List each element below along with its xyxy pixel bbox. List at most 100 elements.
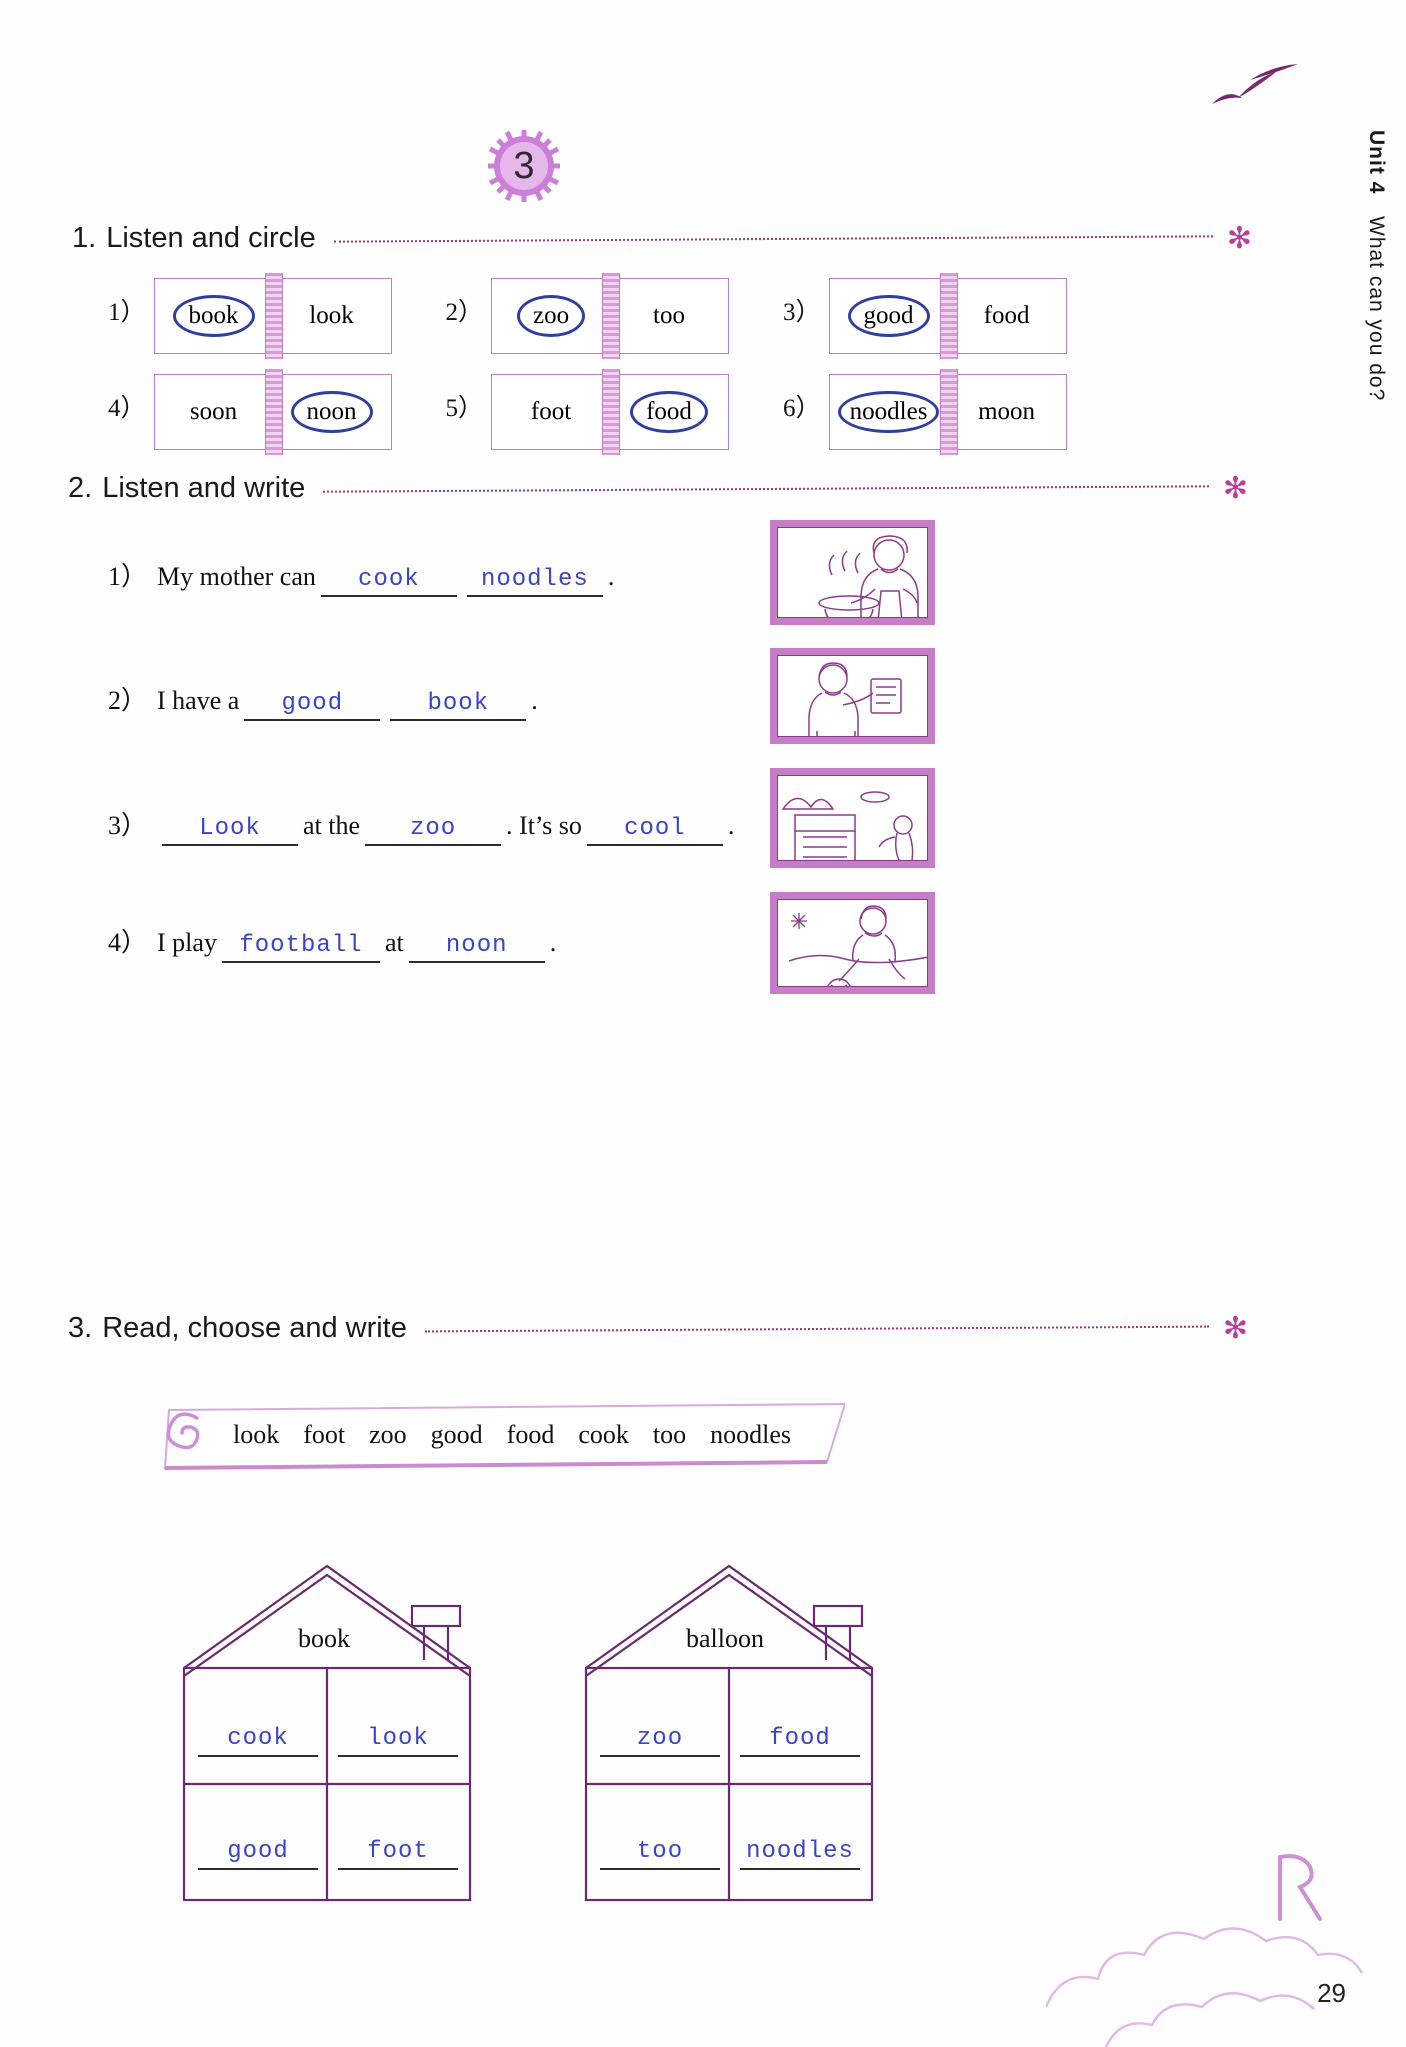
exercise3-title: Read, choose and write [102,1312,407,1344]
stamp-inner-border [777,899,928,987]
house-cell-2[interactable]: food [740,1725,860,1757]
exercise3-number: 3. [68,1312,93,1344]
notebook-item-1[interactable]: 1） book look [108,273,392,359]
notebook-item-6[interactable]: 6） noodles moon [783,369,1067,455]
house-cell-3[interactable]: good [198,1838,318,1870]
notebook-right-word[interactable]: too [610,302,728,330]
notebook-right-word[interactable]: noon [273,390,391,434]
word-bank-item[interactable]: too [653,1420,686,1450]
header-rule [333,234,1213,243]
circled-word[interactable]: good [847,294,930,338]
notebook-left-word[interactable]: foot [492,398,610,426]
answer-blank-2[interactable]: zoo [365,815,502,846]
notebook-left-word[interactable]: zoo [492,294,610,338]
stamp-inner-border [777,775,928,861]
word-bank: look foot zoo good food cook too noodles [155,1398,845,1472]
item-index: 2） [108,686,148,715]
picture-mother-cooking-noodles [770,520,935,625]
exercise3-header: 3. Read, choose and write ✻ [68,1312,1248,1345]
flower-icon: ✻ [1226,221,1252,255]
word-bank-item[interactable]: cook [578,1420,629,1450]
house-book: book cook look good foot [176,1548,476,1903]
item-index: 1） [108,299,146,326]
notebook-item-5[interactable]: 5） foot food [445,369,730,455]
spiral-binding-icon [939,369,958,455]
answer-blank-1[interactable]: Look [162,815,299,846]
sentence-text: at the [303,811,361,840]
house-roof-label: book [298,1624,350,1653]
house-cell-2[interactable]: look [338,1725,458,1757]
notebook-shape[interactable]: soon noon [153,369,392,455]
answer-blank-1[interactable]: cook [320,566,457,597]
item-index: 1） [108,562,148,591]
circled-word[interactable]: noodles [837,390,940,434]
sentence-period: . [549,928,557,957]
notebook-shape[interactable]: book look [153,273,392,359]
house-cell-4[interactable]: foot [338,1838,458,1870]
notebook-left-word[interactable]: book [155,294,273,338]
notebook-left-word[interactable]: good [830,294,948,338]
word-bank-item[interactable]: look [233,1420,279,1450]
house-cell-4[interactable]: noodles [740,1838,860,1870]
spiral-binding-icon [264,273,283,359]
house-cell-3[interactable]: too [600,1838,720,1870]
notebook-left-word[interactable]: soon [155,398,273,426]
item-index: 4） [108,928,148,957]
flower-icon: ✻ [1222,1311,1248,1345]
notebook-right-word[interactable]: moon [948,398,1066,426]
notebook-right-word[interactable]: food [610,390,728,434]
answer-blank-1[interactable]: good [244,690,381,721]
publisher-logo-icon [1278,1854,1322,1921]
item-index: 5） [445,395,484,422]
notebook-item-4[interactable]: 4） soon noon [108,369,392,455]
sentence-text-2: . It’s so [506,811,582,840]
house-balloon: balloon zoo food too noodles [578,1548,878,1903]
item-index: 6） [783,395,821,422]
circled-word[interactable]: zoo [516,294,586,338]
flower-icon: ✻ [1222,471,1248,505]
answer-blank-3[interactable]: cool [586,815,723,846]
answer-blank-2[interactable]: noodles [466,566,603,597]
circled-word[interactable]: book [172,294,255,338]
exercise2-number: 2. [68,472,93,504]
exercise2-sentence-4: 4） I play football at noon . [108,922,556,963]
notebook-shape[interactable]: zoo too [491,273,730,359]
answer-blank-2[interactable]: book [390,690,527,721]
exercise1-row-2: 4） soon noon 5） foot food 6） noodles moo… [108,369,1067,455]
word-bank-item[interactable]: food [507,1420,555,1450]
notebook-right-word[interactable]: food [948,302,1066,330]
house-cell-1[interactable]: cook [198,1725,318,1757]
side-tab-title: What can you do? [1365,216,1388,402]
picture-zoo-entrance [770,768,935,868]
notebook-right-word[interactable]: look [273,302,391,330]
notebook-left-word[interactable]: noodles [830,390,948,434]
word-bank-words: look foot zoo good food cook too noodles [233,1398,835,1472]
sentence-text: I have a [157,686,240,715]
notebook-shape[interactable]: good food [828,273,1067,359]
notebook-shape[interactable]: noodles moon [828,369,1067,455]
sentence-text: I play [157,928,217,957]
circled-word[interactable]: food [630,390,708,434]
exercise1-header: 1. Listen and circle ✻ [72,222,1252,255]
clouds-decoration [1046,1927,1364,2047]
exercise1-title: Listen and circle [106,222,316,254]
spiral-binding-icon [602,369,621,455]
sentence-text-2: at [384,928,404,957]
header-rule [323,484,1209,493]
word-bank-item[interactable]: noodles [710,1420,791,1450]
answer-blank-2[interactable]: noon [408,932,545,963]
word-bank-item[interactable]: foot [303,1420,345,1450]
word-bank-item[interactable]: zoo [369,1420,407,1450]
circled-word[interactable]: noon [290,390,373,434]
house-cell-1[interactable]: zoo [600,1725,720,1757]
sentence-period: . [727,811,735,840]
word-bank-item[interactable]: good [431,1420,483,1450]
unit-side-tab: Unit 4 What can you do? [1348,130,1388,450]
notebook-item-3[interactable]: 3） good food [783,273,1067,359]
notebook-item-2[interactable]: 2） zoo too [446,273,730,359]
notebook-shape[interactable]: foot food [491,369,730,455]
spiral-binding-icon [602,273,621,359]
answer-blank-1[interactable]: football [221,932,380,963]
sentence-text: My mother can [157,562,316,591]
swirl-icon [166,1412,200,1450]
